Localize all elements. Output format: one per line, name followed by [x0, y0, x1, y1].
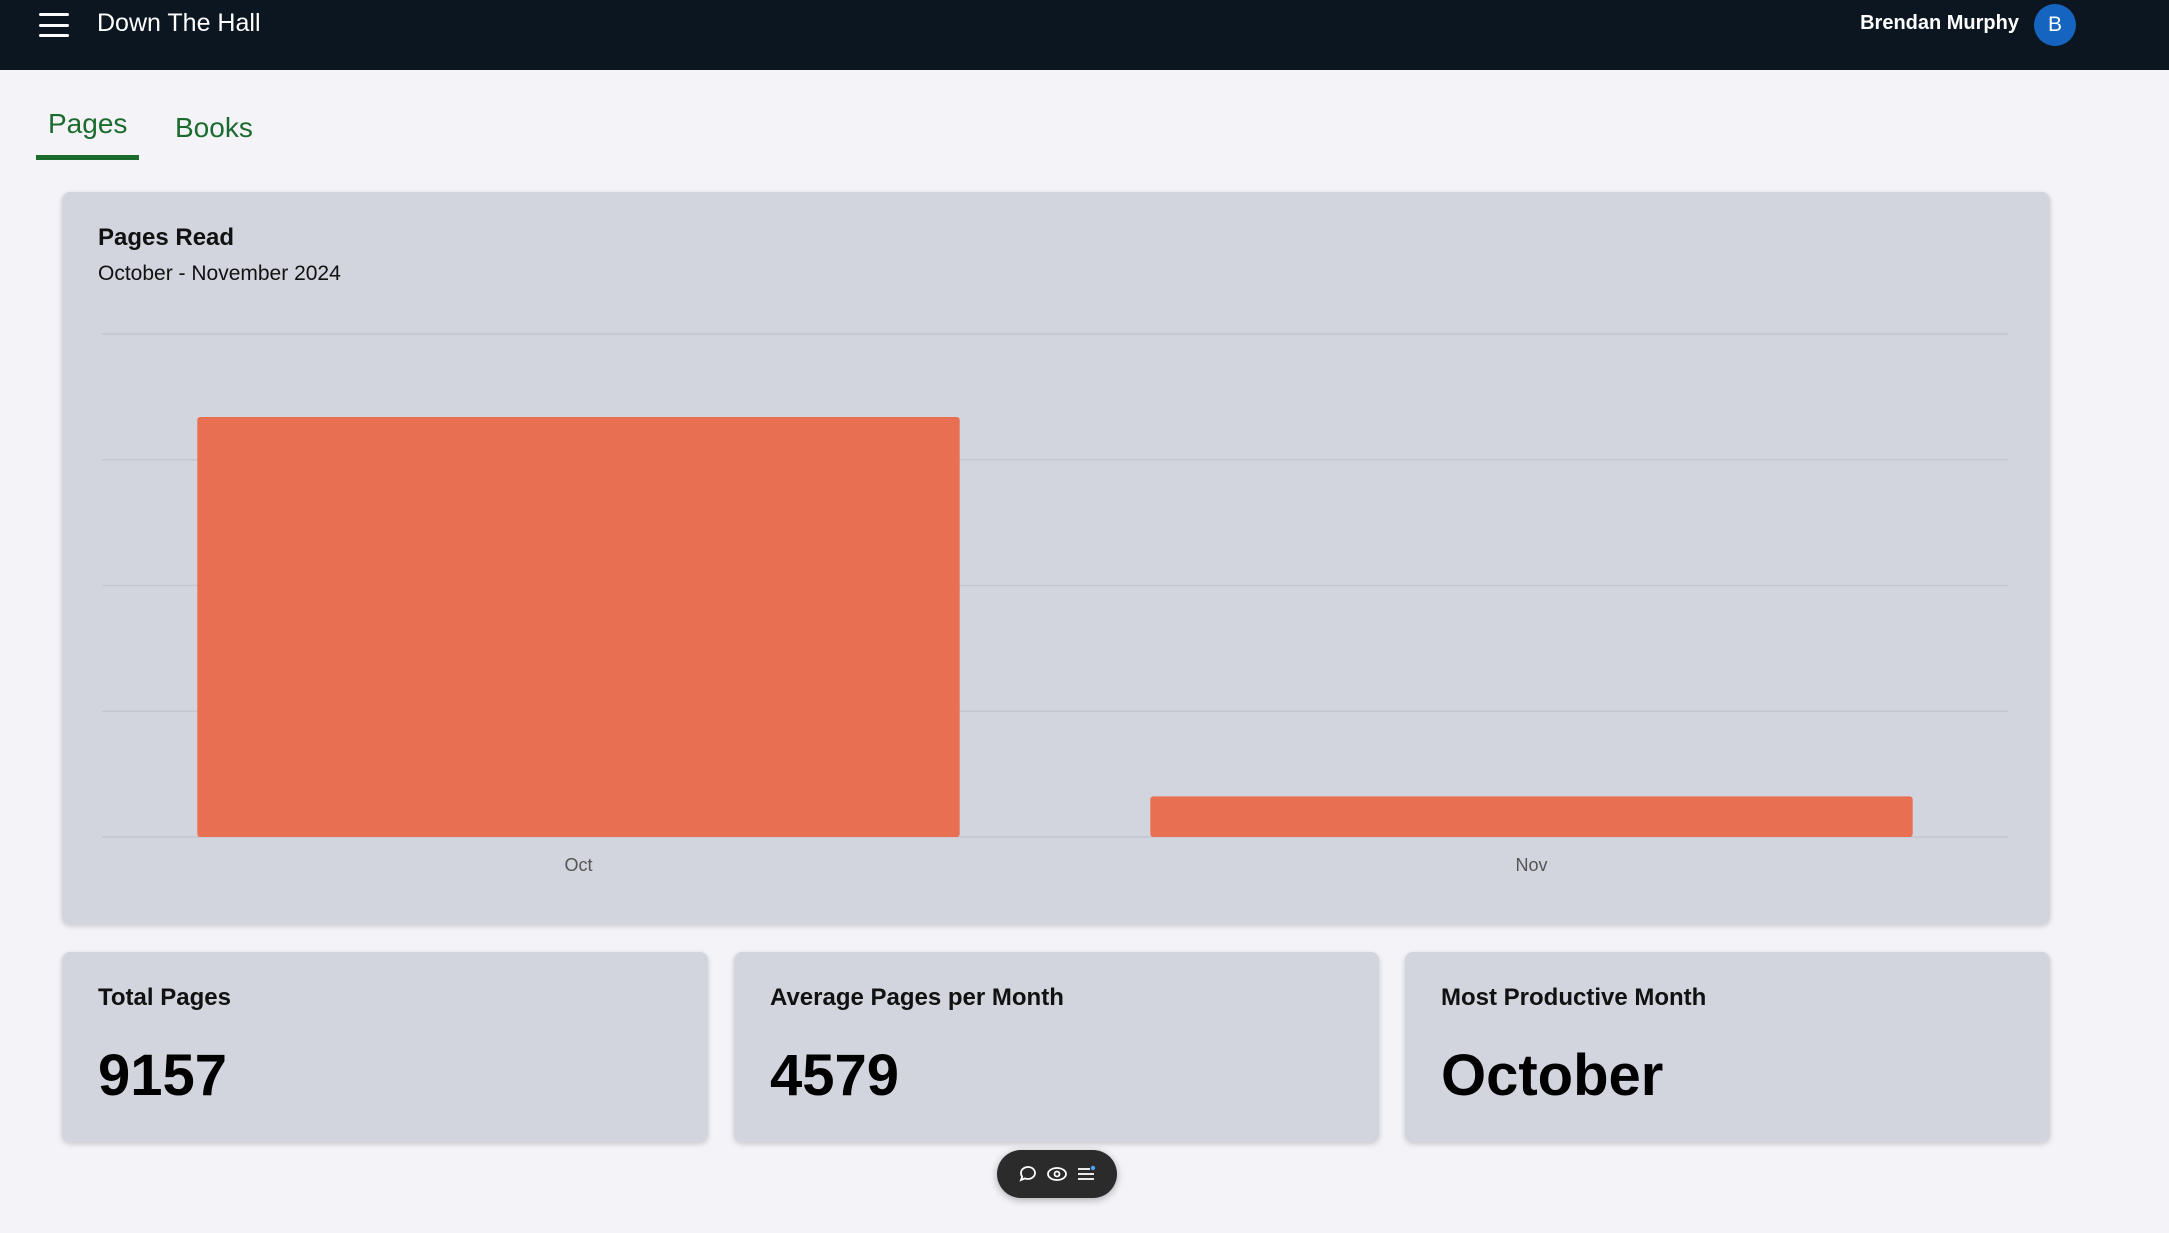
avatar[interactable]: B	[2034, 4, 2076, 46]
stat-card-average-pages: Average Pages per Month 4579	[734, 952, 1379, 1142]
stat-value: 9157	[98, 1043, 228, 1108]
tab-books[interactable]: Books	[163, 112, 265, 144]
bar-chart: Oct Nov	[102, 333, 2008, 875]
stat-label: Most Productive Month	[1441, 984, 1707, 1011]
x-tick-label: Nov	[1515, 855, 1547, 875]
app-title: Down The Hall	[97, 9, 261, 37]
tab-pages[interactable]: Pages	[36, 108, 140, 160]
bar-nov[interactable]	[1150, 796, 1913, 837]
stat-value: October	[1441, 1043, 1664, 1108]
stat-card-most-productive-month: Most Productive Month October	[1405, 952, 2050, 1142]
stat-card-total-pages: Total Pages 9157	[62, 952, 708, 1142]
x-tick-label: Oct	[564, 855, 592, 875]
stat-label: Average Pages per Month	[770, 984, 1064, 1011]
list-icon[interactable]	[1075, 1163, 1097, 1185]
hamburger-menu-icon[interactable]	[36, 10, 72, 40]
user-name[interactable]: Brendan Murphy	[1860, 12, 2019, 35]
stat-label: Total Pages	[98, 984, 231, 1011]
stat-value: 4579	[770, 1043, 900, 1108]
pages-read-chart-card: Pages Read October - November 2024 Oct No…	[62, 192, 2050, 924]
eye-icon[interactable]	[1046, 1163, 1068, 1185]
top-app-bar: Down The Hall Brendan Murphy B	[0, 0, 2169, 70]
floating-toolbar	[997, 1150, 1117, 1198]
comment-icon[interactable]	[1017, 1163, 1039, 1185]
bar-oct[interactable]	[197, 416, 960, 837]
